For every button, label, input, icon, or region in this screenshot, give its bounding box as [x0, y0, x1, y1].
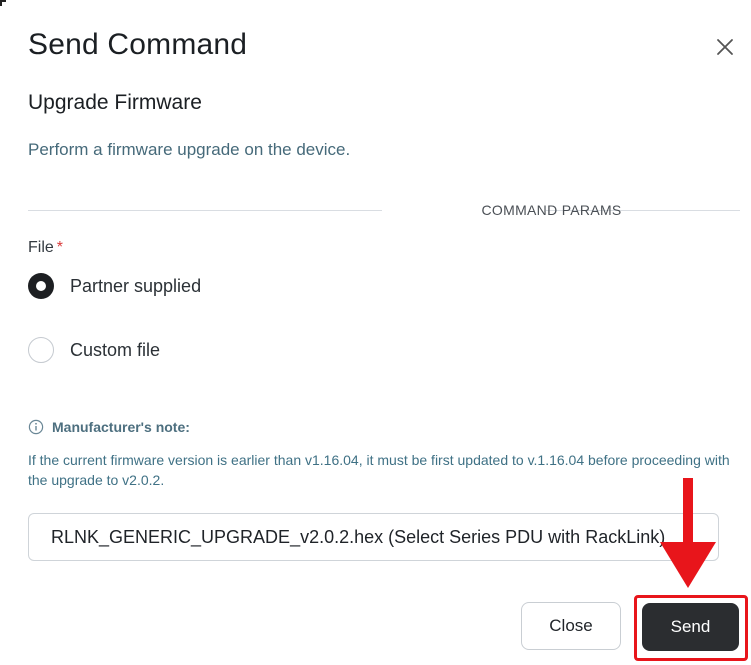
command-description: Perform a firmware upgrade on the device… — [28, 140, 351, 159]
file-param-label: File * — [28, 239, 63, 257]
manufacturer-note-text: If the current firmware version is earli… — [28, 452, 730, 488]
radio-unchecked-icon[interactable] — [28, 337, 54, 363]
selected-file-name: RLNK_GENERIC_UPGRADE_v2.0.2.hex (Select … — [51, 526, 666, 547]
send-command-dialog: Send Command Upgrade Firmware Perform a … — [0, 0, 751, 665]
dialog-title: Send Command — [28, 28, 248, 61]
radio-label: Partner supplied — [70, 275, 202, 296]
command-name: Upgrade Firmware — [28, 91, 202, 114]
info-icon — [28, 419, 44, 435]
radio-option-custom-file[interactable]: Custom file — [28, 337, 160, 363]
radio-label: Custom file — [70, 339, 161, 360]
close-button[interactable]: Close — [521, 602, 621, 650]
note-title-text: Manufacturer's note: — [52, 419, 190, 435]
close-icon[interactable] — [712, 34, 738, 60]
radio-checked-icon[interactable] — [28, 273, 54, 299]
file-label-text: File — [28, 239, 54, 256]
send-button[interactable]: Send — [642, 603, 739, 651]
radio-option-partner-supplied[interactable]: Partner supplied — [28, 273, 201, 299]
selected-file-field[interactable]: RLNK_GENERIC_UPGRADE_v2.0.2.hex (Select … — [28, 513, 719, 561]
required-marker: * — [56, 239, 64, 256]
manufacturer-note-title: Manufacturer's note: — [28, 419, 190, 435]
section-label: COMMAND PARAMS — [481, 202, 622, 218]
section-divider: COMMAND PARAMS — [28, 200, 740, 220]
